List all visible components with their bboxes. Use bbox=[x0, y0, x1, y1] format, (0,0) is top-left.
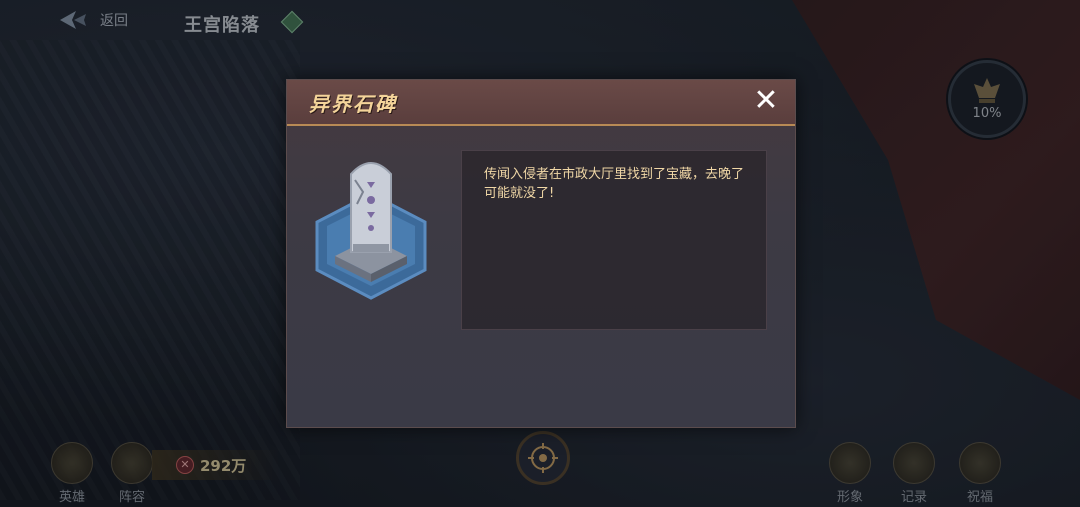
description-text: 传闻入侵者在市政大厅里找到了宝藏，去晚了可能就没了! bbox=[484, 167, 745, 201]
dialog-title: 异界石碑 bbox=[309, 92, 397, 116]
stone-stele-icon bbox=[315, 162, 427, 300]
event-dialog: 异界石碑 ✕ 传闻入侵者在市政大厅里找到了宝藏，去晚了可能就没了! bbox=[286, 79, 796, 428]
description-panel: 传闻入侵者在市政大厅里找到了宝藏，去晚了可能就没了! bbox=[461, 150, 767, 330]
dialog-header: 异界石碑 ✕ bbox=[287, 80, 795, 126]
close-icon[interactable]: ✕ bbox=[751, 86, 781, 116]
